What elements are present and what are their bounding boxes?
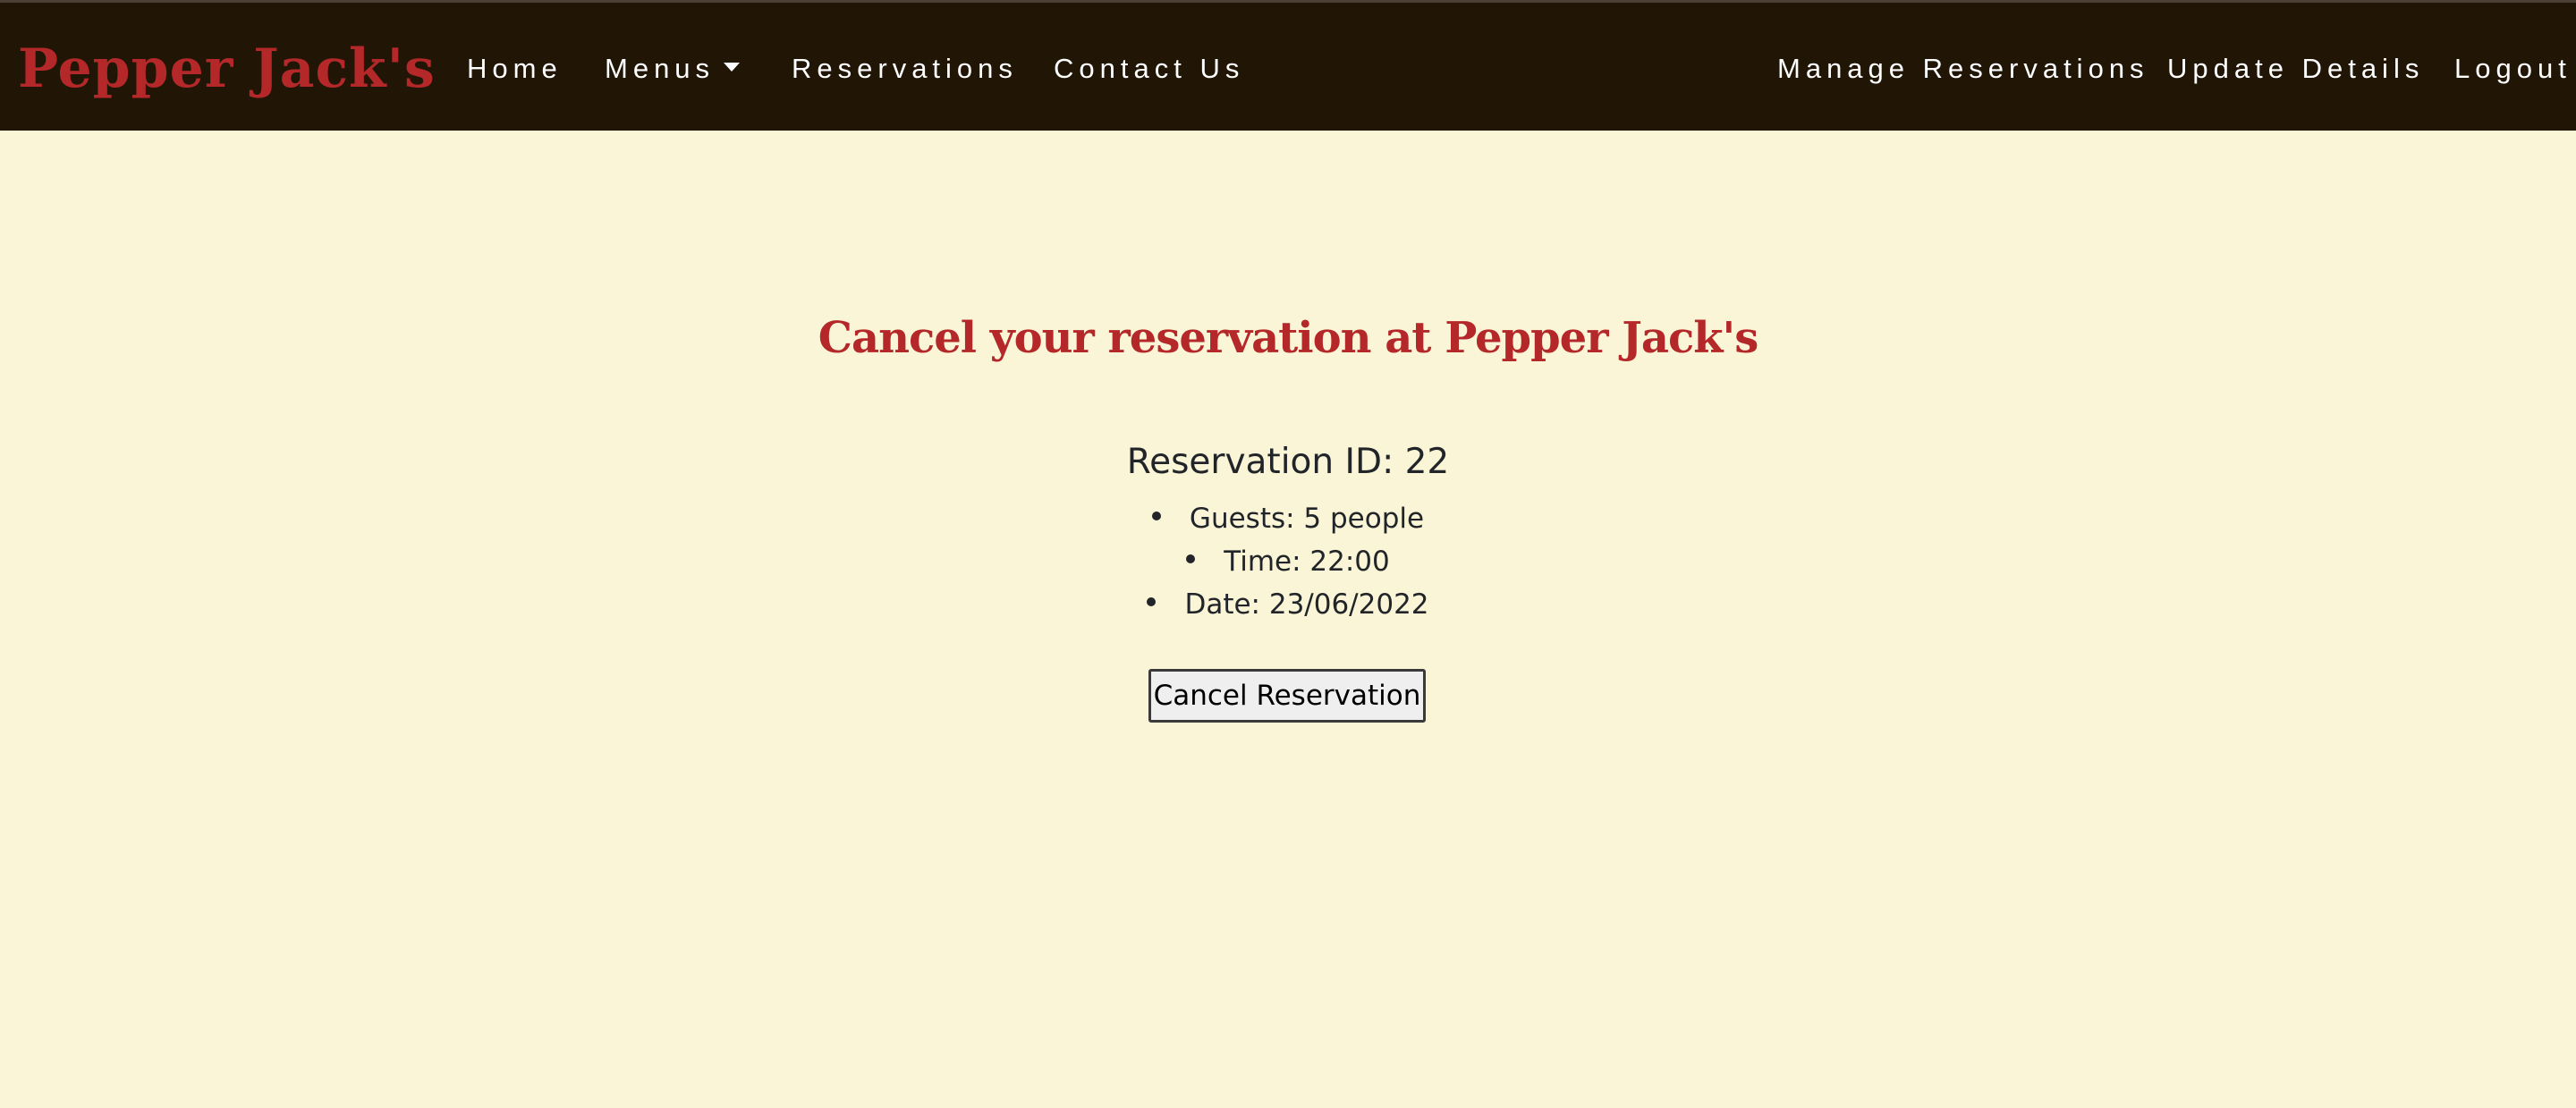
page-title: Cancel your reservation at Pepper Jack's <box>818 313 1758 364</box>
detail-date-text: Date: 23/06/2022 <box>1184 588 1429 621</box>
detail-guests-text: Guests: 5 people <box>1189 503 1425 535</box>
cancel-reservation-button[interactable]: Cancel Reservation <box>1148 669 1426 723</box>
top-navbar: Pepper Jack's Home Menus Reservations Co… <box>0 0 2576 131</box>
nav-home[interactable]: Home <box>467 47 563 90</box>
detail-time-text: Time: 22:00 <box>1224 546 1390 578</box>
brand-logo[interactable]: Pepper Jack's <box>18 35 436 103</box>
bullet-icon <box>1147 597 1157 606</box>
nav-manage-reservations[interactable]: Manage Reservations <box>1777 47 2149 90</box>
nav-update-details[interactable]: Update Details <box>2167 47 2424 90</box>
nav-contact-us[interactable]: Contact Us <box>1054 47 1244 90</box>
caret-down-icon <box>724 63 741 72</box>
bullet-icon <box>1186 554 1196 563</box>
reservation-details-list: Guests: 5 people Time: 22:00 Date: 23/06… <box>0 497 2576 626</box>
reservation-id-heading: Reservation ID: 22 <box>1126 442 1450 482</box>
nav-menus-label: Menus <box>605 53 716 84</box>
detail-date: Date: 23/06/2022 <box>0 583 2576 626</box>
nav-logout[interactable]: Logout <box>2454 47 2572 90</box>
detail-guests: Guests: 5 people <box>0 497 2576 540</box>
nav-menus-dropdown[interactable]: Menus <box>605 47 741 90</box>
bullet-icon <box>1151 512 1161 520</box>
detail-time: Time: 22:00 <box>0 540 2576 583</box>
nav-reservations[interactable]: Reservations <box>792 47 1018 90</box>
